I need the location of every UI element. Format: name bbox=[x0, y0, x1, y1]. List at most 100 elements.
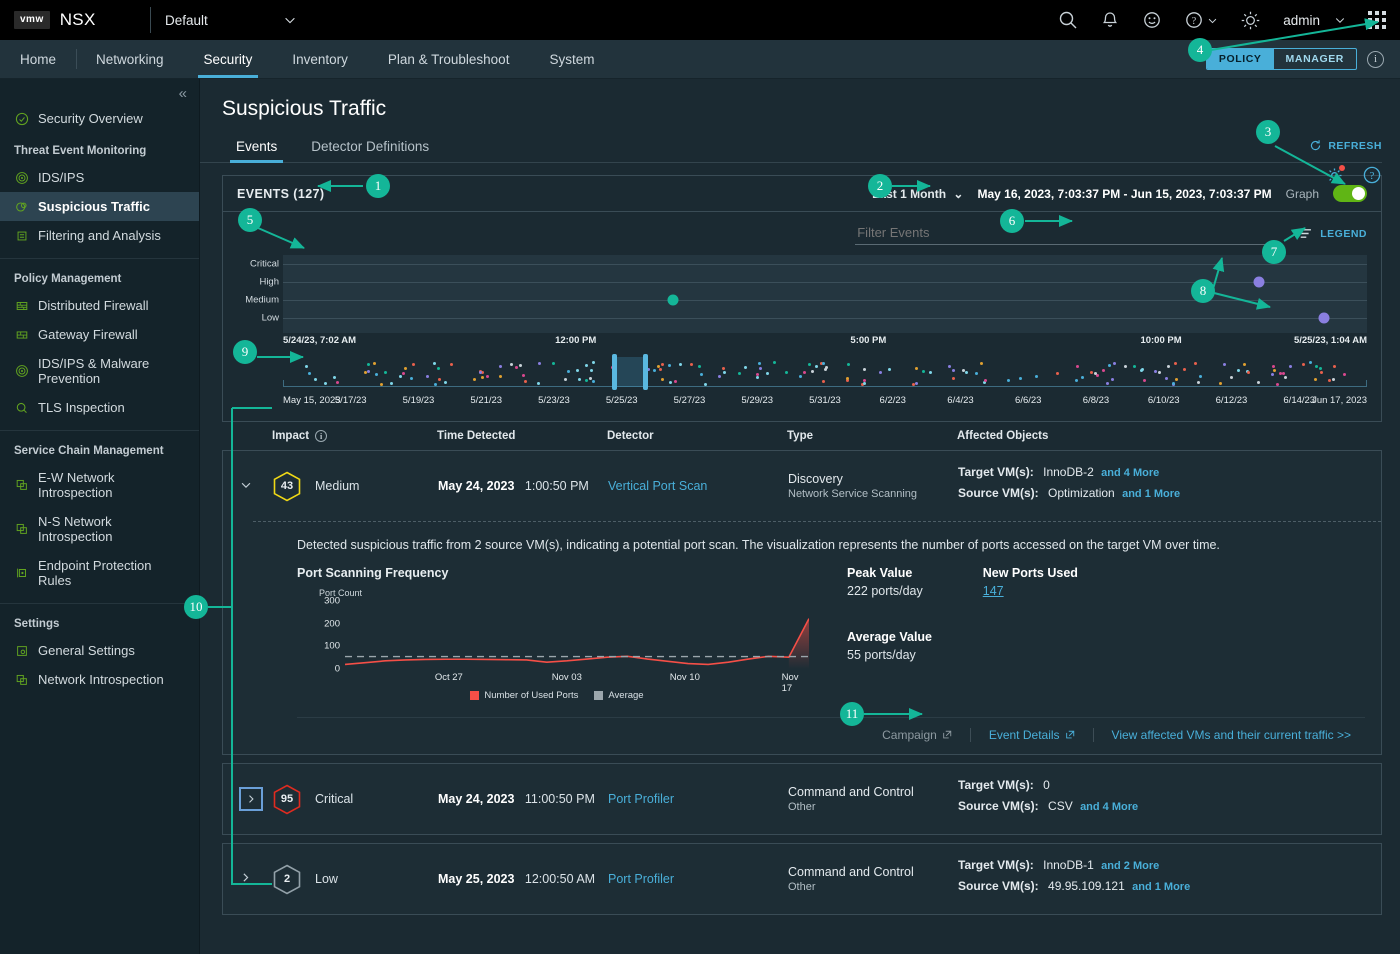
policy-manager-toggle[interactable]: POLICY MANAGER bbox=[1205, 48, 1357, 70]
data-point-high[interactable] bbox=[1253, 276, 1265, 288]
data-point-low[interactable] bbox=[1318, 312, 1330, 324]
port-scanning-frequency-chart: Port Scanning Frequency Port Count 0 100… bbox=[297, 566, 817, 701]
brush-handle-right[interactable] bbox=[643, 354, 649, 390]
nav-item-home[interactable]: Home bbox=[0, 40, 76, 78]
detector-link[interactable]: Vertical Port Scan bbox=[608, 479, 707, 493]
sidebar-item-tls-inspection[interactable]: TLS Inspection bbox=[0, 393, 199, 422]
sidebar-item-ids-ips-malware-prevention[interactable]: IDS/IPS & Malware Prevention bbox=[0, 349, 199, 393]
tenant-selector[interactable]: Default bbox=[151, 13, 311, 28]
sidebar-collapse-button[interactable]: « bbox=[0, 79, 199, 104]
row-expand-toggle[interactable] bbox=[239, 787, 273, 811]
data-point-medium[interactable] bbox=[667, 294, 679, 306]
brush-handle-left[interactable] bbox=[611, 354, 617, 390]
source-vms-more-link[interactable]: and 1 More bbox=[1122, 488, 1180, 500]
sidebar-item-gateway-firewall[interactable]: Gateway Firewall bbox=[0, 320, 199, 349]
source-vms-more-link[interactable]: and 1 More bbox=[1132, 881, 1190, 893]
density-dot bbox=[1074, 379, 1078, 383]
help-icon[interactable]: ? bbox=[1184, 10, 1218, 30]
density-dot bbox=[537, 382, 541, 386]
new-ports-link[interactable]: 147 bbox=[983, 584, 1004, 598]
table-row[interactable]: 95 Critical May 24, 2023 11:00:50 PM Por… bbox=[222, 763, 1382, 835]
density-dot bbox=[404, 366, 408, 370]
tls-icon bbox=[14, 400, 29, 415]
target-vms-value: 0 bbox=[1043, 778, 1050, 792]
brand[interactable]: vmw NSX bbox=[0, 10, 150, 30]
x-tick-1: 5/17/23 bbox=[334, 395, 367, 406]
nav-item-networking[interactable]: Networking bbox=[76, 40, 184, 78]
table-row[interactable]: 2 Low May 25, 2023 12:00:50 AM Port Prof… bbox=[222, 843, 1382, 915]
info-icon[interactable]: i bbox=[1367, 50, 1384, 68]
graph-toggle[interactable] bbox=[1333, 185, 1367, 202]
x-tick-9: 6/2/23 bbox=[879, 395, 906, 406]
sidebar-item-general-settings[interactable]: General Settings bbox=[0, 636, 199, 665]
nav-item-inventory[interactable]: Inventory bbox=[272, 40, 368, 78]
detector-link[interactable]: Port Profiler bbox=[608, 792, 674, 806]
density-dot bbox=[1182, 367, 1186, 371]
bell-icon[interactable] bbox=[1100, 10, 1120, 30]
target-vms-more-link[interactable]: and 4 More bbox=[1101, 467, 1159, 479]
sidebar-item-suspicious-traffic[interactable]: Suspicious Traffic bbox=[0, 192, 199, 221]
row-expand-toggle[interactable] bbox=[239, 871, 273, 887]
table-row-summary[interactable]: 2 Low May 25, 2023 12:00:50 AM Port Prof… bbox=[223, 844, 1381, 914]
source-vms-more-link[interactable]: and 4 More bbox=[1080, 801, 1138, 813]
sidebar-item-ns-network-introspection[interactable]: N-S Network Introspection bbox=[0, 507, 199, 551]
theme-icon[interactable] bbox=[1240, 10, 1261, 31]
density-dot bbox=[1108, 364, 1112, 368]
event-details-link[interactable]: Event Details bbox=[971, 728, 1093, 742]
density-dot bbox=[847, 362, 851, 366]
smiley-icon[interactable] bbox=[1142, 10, 1162, 30]
tenant-label: Default bbox=[165, 12, 208, 28]
sidebar-item-filtering-and-analysis[interactable]: Filtering and Analysis bbox=[0, 221, 199, 250]
user-menu[interactable]: admin bbox=[1283, 13, 1346, 28]
density-dot bbox=[765, 371, 769, 375]
density-dot bbox=[308, 371, 312, 375]
density-dot bbox=[410, 377, 414, 381]
tab-detector-definitions[interactable]: Detector Definitions bbox=[297, 135, 443, 162]
sidebar-item-network-introspection[interactable]: Network Introspection bbox=[0, 665, 199, 694]
table-row[interactable]: 43 Medium May 24, 2023 1:00:50 PM Vertic… bbox=[222, 450, 1382, 755]
impact-label: Low bbox=[315, 872, 338, 886]
table-row-summary[interactable]: 95 Critical May 24, 2023 11:00:50 PM Por… bbox=[223, 764, 1381, 834]
range-brush[interactable] bbox=[611, 354, 649, 390]
legend-button[interactable]: LEGEND bbox=[1295, 227, 1367, 240]
detected-time: 1:00:50 PM bbox=[524, 479, 589, 493]
apps-grid-icon[interactable] bbox=[1368, 11, 1386, 29]
density-dot bbox=[697, 365, 701, 369]
event-density-brush-chart[interactable] bbox=[283, 354, 1367, 395]
detector-link[interactable]: Port Profiler bbox=[608, 872, 674, 886]
nav-item-security[interactable]: Security bbox=[184, 40, 273, 78]
table-row-summary[interactable]: 43 Medium May 24, 2023 1:00:50 PM Vertic… bbox=[223, 451, 1381, 521]
x-tick-3: 5/21/23 bbox=[470, 395, 503, 406]
density-dot bbox=[372, 362, 376, 366]
sidebar-item-endpoint-protection-rules[interactable]: Endpoint Protection Rules bbox=[0, 551, 199, 595]
row-expand-focus-box[interactable] bbox=[239, 787, 263, 811]
row-expand-toggle[interactable] bbox=[239, 478, 273, 495]
nav-item-plan-troubleshoot[interactable]: Plan & Troubleshoot bbox=[368, 40, 530, 78]
average-value-title: Average Value bbox=[847, 630, 933, 644]
target-vms-more-link[interactable]: and 2 More bbox=[1101, 860, 1159, 872]
sidebar-item-distributed-firewall[interactable]: Distributed Firewall bbox=[0, 291, 199, 320]
detected-time: 12:00:50 AM bbox=[524, 872, 596, 886]
x-tick-1: Nov 03 bbox=[551, 672, 582, 683]
tab-events[interactable]: Events bbox=[222, 135, 291, 163]
search-input[interactable] bbox=[855, 222, 1276, 245]
sidebar-item-label: Gateway Firewall bbox=[38, 327, 138, 342]
sidebar-item-security-overview[interactable]: Security Overview bbox=[0, 104, 199, 133]
density-dot bbox=[1034, 375, 1038, 379]
legend-label: Average bbox=[608, 690, 644, 701]
callout-7: 7 bbox=[1262, 240, 1286, 264]
sidebar-item-ew-network-introspection[interactable]: E-W Network Introspection bbox=[0, 463, 199, 507]
new-ports-used-stat: New Ports Used 147 bbox=[983, 566, 1078, 600]
density-dot bbox=[1165, 376, 1169, 380]
campaign-link[interactable]: Campaign bbox=[864, 728, 970, 742]
search-icon[interactable] bbox=[1058, 10, 1078, 30]
source-vms-value: 49.95.109.121 bbox=[1048, 879, 1125, 893]
manager-mode-button[interactable]: MANAGER bbox=[1274, 49, 1356, 69]
policy-mode-button[interactable]: POLICY bbox=[1206, 49, 1274, 69]
info-icon[interactable]: i bbox=[315, 430, 328, 442]
nav-item-system[interactable]: System bbox=[529, 40, 614, 78]
view-affected-vms-link[interactable]: View affected VMs and their current traf… bbox=[1094, 728, 1351, 742]
sidebar-item-ids-ips[interactable]: IDS/IPS bbox=[0, 163, 199, 192]
sidebar-group-threat-event-monitoring: Threat Event Monitoring bbox=[14, 145, 147, 157]
refresh-button[interactable]: REFRESH bbox=[1309, 135, 1382, 162]
